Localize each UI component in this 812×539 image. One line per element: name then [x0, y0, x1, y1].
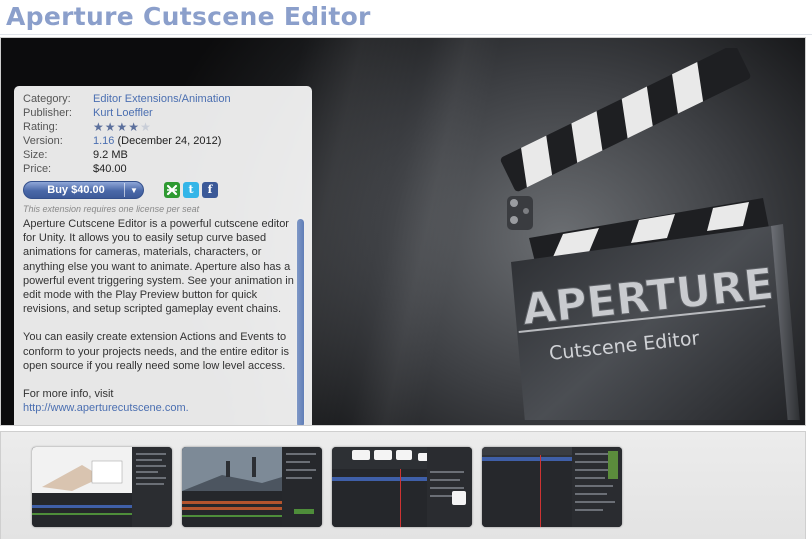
price-value: $40.00	[93, 163, 127, 175]
description: Aperture Cutscene Editor is a powerful c…	[23, 217, 295, 415]
size-label: Size:	[23, 149, 48, 161]
screenshot-thumbnail-2[interactable]	[182, 447, 322, 527]
publisher-label: Publisher:	[23, 107, 72, 119]
screenshot-thumbnail-3[interactable]	[332, 447, 472, 527]
twitter-icon[interactable]: t	[183, 182, 199, 198]
screenshot-thumbnails	[0, 431, 806, 539]
website-link[interactable]: http://www.aperturecutscene.com.	[23, 402, 189, 414]
price-label: Price:	[23, 163, 52, 175]
buy-button[interactable]: Buy $40.00 ▼	[23, 181, 144, 199]
rating-label: Rating:	[23, 121, 58, 133]
chevron-down-icon[interactable]: ▼	[125, 186, 143, 195]
star-icon: ★	[93, 120, 104, 134]
meta-category: Category: Editor Extensions/Animation	[23, 92, 312, 106]
description-scroll-area[interactable]: Aperture Cutscene Editor is a powerful c…	[23, 217, 305, 425]
clapperboard-image: APERTURE Cutscene Editor	[500, 48, 800, 420]
description-scrollbar[interactable]	[296, 217, 305, 425]
meta-rating: Rating: ★ ★ ★ ★ ★	[23, 120, 312, 134]
license-note: This extension requires one license per …	[23, 204, 200, 214]
version-link[interactable]: 1.16	[93, 135, 114, 147]
title-divider	[0, 34, 812, 35]
meta-version: Version: 1.16 (December 24, 2012)	[23, 134, 312, 148]
star-icon: ★	[128, 120, 140, 134]
facebook-icon[interactable]: f	[202, 182, 218, 198]
size-value: 9.2 MB	[93, 149, 128, 161]
buy-row: Buy $40.00 ▼ t f	[23, 180, 312, 200]
description-paragraph: Aperture Cutscene Editor is a powerful c…	[23, 218, 294, 316]
meta-publisher: Publisher: Kurt Loeffler	[23, 106, 312, 120]
version-label: Version:	[23, 135, 63, 147]
rating-stars: ★ ★ ★ ★ ★	[93, 120, 151, 134]
category-label: Category:	[23, 93, 71, 105]
hero-banner: APERTURE Cutscene Editor Category: Edito…	[0, 37, 806, 426]
buy-button-label: Buy $40.00	[47, 184, 105, 196]
share-icons: t f	[164, 182, 218, 198]
more-info-text: For more info, visit	[23, 388, 114, 401]
version-date: (December 24, 2012)	[114, 135, 222, 147]
star-icon: ★	[104, 120, 116, 134]
screenshot-thumbnail-4[interactable]	[482, 447, 622, 527]
scrollbar-thumb[interactable]	[297, 219, 304, 425]
publisher-link[interactable]: Kurt Loeffler	[93, 106, 153, 120]
page-title: Aperture Cutscene Editor	[6, 2, 371, 31]
info-panel: Category: Editor Extensions/Animation Pu…	[14, 86, 312, 425]
meta-price: Price: $40.00	[23, 162, 312, 176]
share-icon[interactable]	[164, 182, 180, 198]
screenshot-thumbnail-1[interactable]	[32, 447, 172, 527]
meta-size: Size: 9.2 MB	[23, 148, 312, 162]
star-icon: ★	[116, 120, 128, 134]
description-paragraph: You can easily create extension Actions …	[23, 331, 289, 372]
star-icon: ★	[140, 120, 151, 134]
category-link[interactable]: Editor Extensions/Animation	[93, 92, 231, 106]
